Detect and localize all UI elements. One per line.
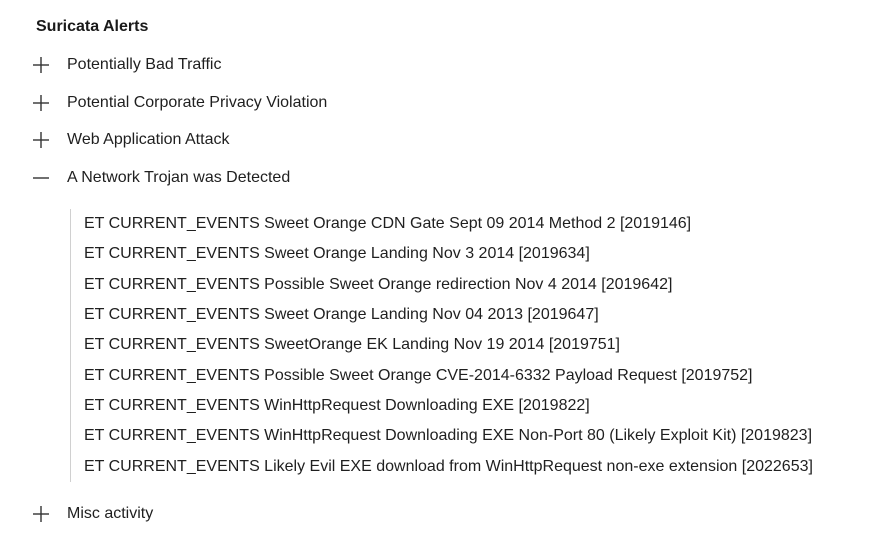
alert-item[interactable]: ET CURRENT_EVENTS SweetOrange EK Landing… (71, 330, 861, 360)
category-potentially-bad-traffic[interactable]: Potentially Bad Traffic (28, 51, 221, 79)
alert-item[interactable]: ET CURRENT_EVENTS WinHttpRequest Downloa… (71, 421, 861, 451)
category-misc-activity[interactable]: Misc activity (28, 500, 153, 528)
plus-icon[interactable] (28, 127, 54, 153)
panel-title: Suricata Alerts (36, 18, 149, 35)
alert-item[interactable]: ET CURRENT_EVENTS Sweet Orange Landing N… (71, 300, 861, 330)
plus-icon[interactable] (28, 501, 54, 527)
category-web-application-attack[interactable]: Web Application Attack (28, 126, 229, 154)
category-label: Misc activity (67, 505, 154, 522)
category-network-trojan-detected[interactable]: A Network Trojan was Detected (28, 164, 290, 192)
alert-item[interactable]: ET CURRENT_EVENTS Likely Evil EXE downlo… (71, 451, 861, 481)
alert-list: ET CURRENT_EVENTS Sweet Orange CDN Gate … (70, 209, 861, 482)
plus-icon[interactable] (28, 52, 54, 78)
category-label: Web Application Attack (67, 131, 230, 148)
plus-icon[interactable] (28, 90, 54, 116)
alert-item[interactable]: ET CURRENT_EVENTS WinHttpRequest Downloa… (71, 391, 861, 421)
category-potential-corporate-privacy-violation[interactable]: Potential Corporate Privacy Violation (28, 89, 327, 117)
minus-icon[interactable] (28, 165, 54, 191)
alert-item[interactable]: ET CURRENT_EVENTS Sweet Orange Landing N… (71, 239, 861, 269)
category-label: Potential Corporate Privacy Violation (67, 94, 328, 111)
category-label: Potentially Bad Traffic (67, 56, 222, 73)
category-label: A Network Trojan was Detected (67, 169, 291, 186)
alert-item[interactable]: ET CURRENT_EVENTS Sweet Orange CDN Gate … (71, 209, 861, 239)
alert-item[interactable]: ET CURRENT_EVENTS Possible Sweet Orange … (71, 360, 861, 390)
alert-item[interactable]: ET CURRENT_EVENTS Possible Sweet Orange … (71, 270, 861, 300)
